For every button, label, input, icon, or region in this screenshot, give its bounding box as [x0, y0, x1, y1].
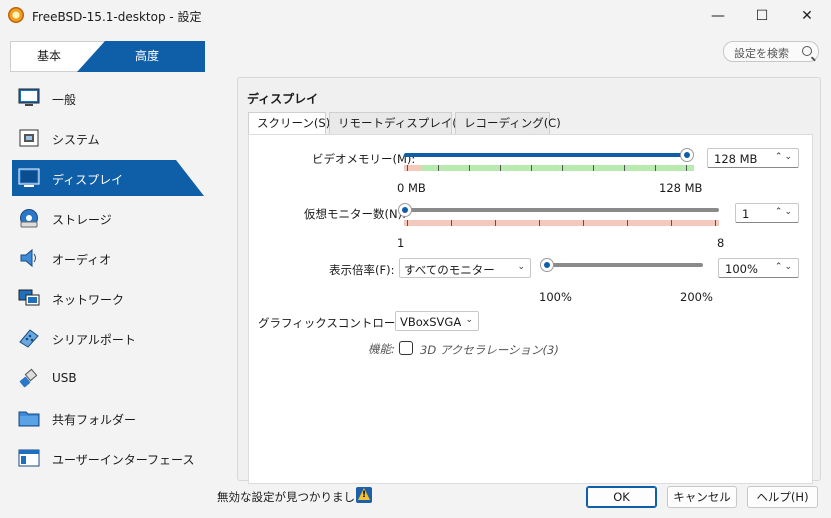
speaker-icon [20, 248, 36, 268]
folder-icon [18, 411, 40, 427]
monitor-count-max: 8 [717, 236, 725, 250]
window-title: FreeBSD-15.1-desktop - 設定 [32, 10, 202, 24]
sidebar-item-label: シリアルポート [52, 333, 136, 347]
tab-screen[interactable]: スクリーン(S) [248, 112, 330, 135]
settings-search-input[interactable]: 設定を検索 [723, 41, 819, 62]
graphics-controller-value: VBoxSVGA [400, 315, 462, 329]
sidebar-item-storage[interactable]: ストレージ [12, 200, 204, 236]
display-icon [18, 168, 40, 187]
scale-factor-max: 200% [680, 290, 713, 304]
chip-icon [19, 129, 39, 147]
serial-port-icon [19, 329, 39, 348]
sidebar-item-label: ディスプレイ [52, 173, 124, 187]
usb-icon [19, 368, 38, 388]
title-bar: FreeBSD-15.1-desktop - 設定 — ☐ ✕ [0, 0, 831, 31]
mode-basic-tab[interactable]: 基本 [11, 42, 87, 71]
minimize-button[interactable]: — [703, 4, 733, 28]
mode-advanced-tab[interactable]: 高度 [77, 41, 205, 72]
scale-factor-handle[interactable] [540, 258, 554, 272]
video-memory-handle[interactable] [680, 148, 694, 162]
sidebar-item-shared-folders[interactable]: 共有フォルダー [12, 400, 204, 436]
sidebar-item-label: 共有フォルダー [52, 413, 137, 427]
sidebar-item-label: 一般 [52, 93, 77, 107]
sidebar-item-system[interactable]: システム [12, 120, 204, 156]
monitor-count-value: 1 [742, 207, 750, 221]
3d-acceleration-label: 3D アクセラレーション(3) [420, 343, 559, 357]
invalid-settings-text: 無効な設定が見つかりました [217, 490, 367, 504]
video-memory-label: ビデオメモリー(M): [312, 152, 416, 166]
scale-factor-min: 100% [539, 290, 572, 304]
sidebar-item-label: ユーザーインターフェース [52, 453, 195, 467]
mode-switch: 基本 高度 [10, 41, 205, 72]
video-memory-min: 0 MB [397, 181, 426, 195]
sidebar-item-general[interactable]: 一般 [12, 80, 204, 116]
sidebar-item-label: オーディオ [52, 253, 112, 267]
monitor-general-icon [18, 88, 40, 106]
chevron-down-icon: ⌄ [517, 262, 525, 272]
spin-arrows-icon[interactable]: ⌃⌄ [775, 152, 794, 162]
scale-target-combobox[interactable]: すべてのモニター ⌄ [399, 258, 531, 278]
display-settings-panel: ディスプレイ スクリーン(S) リモートディスプレイ(R) レコーディング(C)… [237, 77, 821, 484]
sidebar-item-usb[interactable]: USB [12, 360, 204, 396]
network-icon [18, 289, 40, 306]
video-memory-spinbox[interactable]: 128 MB ⌃⌄ [707, 148, 799, 168]
video-memory-track [404, 153, 687, 157]
scale-factor-label: 表示倍率(F): [329, 263, 395, 277]
video-memory-green-band [422, 165, 694, 171]
sidebar-item-audio[interactable]: オーディオ [12, 240, 204, 276]
ui-window-icon [18, 449, 40, 467]
warning-icon[interactable] [356, 487, 372, 503]
sidebar-item-user-interface[interactable]: ユーザーインターフェース [12, 440, 204, 476]
page-title: ディスプレイ [247, 92, 319, 106]
monitor-count-label: 仮想モニター数(N): [304, 207, 406, 221]
scale-factor-track [547, 263, 703, 267]
ok-button[interactable]: OK [586, 486, 657, 508]
spin-arrows-icon[interactable]: ⌃⌄ [775, 207, 794, 217]
tab-remote-display[interactable]: リモートディスプレイ(R) [329, 112, 469, 134]
monitor-count-spinbox[interactable]: 1 ⌃⌄ [735, 203, 799, 223]
screen-tab-content: ビデオメモリー(M): 0 MB 128 MB 128 MB ⌃⌄ 仮想モニター… [248, 134, 813, 484]
video-memory-value: 128 MB [714, 152, 758, 166]
sidebar-item-serial-port[interactable]: シリアルポート [12, 320, 204, 356]
video-memory-max: 128 MB [659, 181, 703, 195]
sidebar-item-network[interactable]: ネットワーク [12, 280, 204, 316]
scale-factor-spinbox[interactable]: 100% ⌃⌄ [718, 258, 799, 278]
sidebar-item-label: ネットワーク [52, 293, 125, 307]
cancel-button[interactable]: キャンセル [667, 486, 737, 508]
scale-factor-value: 100% [725, 262, 758, 276]
help-button[interactable]: ヘルプ(H) [747, 486, 818, 508]
graphics-controller-combobox[interactable]: VBoxSVGA ⌄ [395, 311, 479, 331]
sidebar-item-label: ストレージ [52, 213, 112, 227]
maximize-button[interactable]: ☐ [747, 4, 777, 28]
features-label: 機能: [368, 342, 395, 356]
spin-arrows-icon[interactable]: ⌃⌄ [775, 262, 794, 272]
sidebar-item-label: システム [52, 133, 100, 147]
monitor-count-min: 1 [397, 236, 405, 250]
scale-target-value: すべてのモニター [404, 263, 495, 277]
disk-icon [20, 209, 38, 228]
search-icon [802, 46, 812, 56]
search-placeholder: 設定を検索 [734, 47, 789, 60]
3d-acceleration-checkbox[interactable] [399, 341, 413, 355]
chevron-down-icon: ⌄ [465, 315, 473, 325]
virtualbox-app-icon [8, 7, 24, 23]
monitor-count-track [404, 208, 719, 212]
tab-recording[interactable]: レコーディング(C) [455, 112, 561, 134]
sidebar-item-label: USB [52, 371, 77, 385]
monitor-count-handle[interactable] [398, 203, 412, 217]
sidebar-item-display[interactable]: ディスプレイ [12, 160, 204, 196]
close-button[interactable]: ✕ [792, 4, 822, 28]
